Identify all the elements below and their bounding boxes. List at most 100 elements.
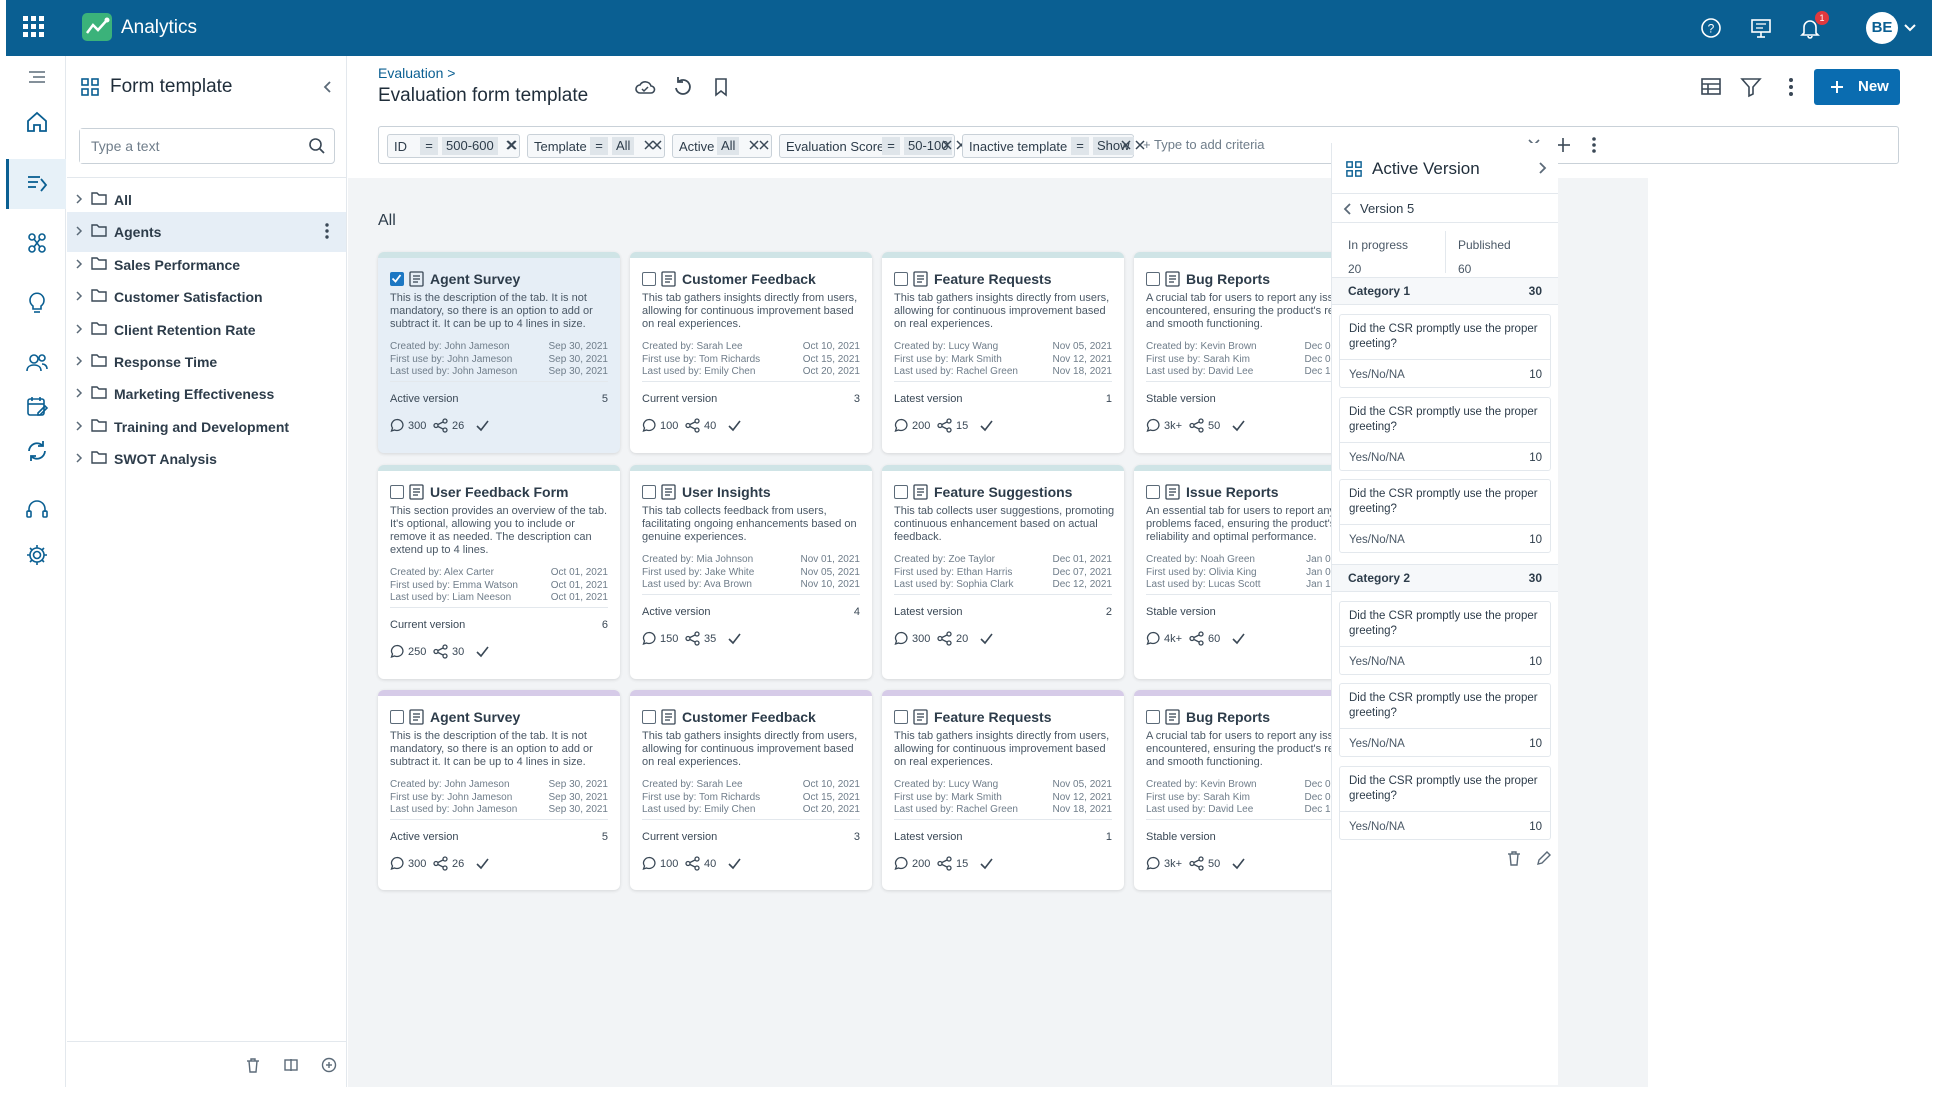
- users-icon[interactable]: [24, 350, 50, 376]
- card-title[interactable]: Customer Feedback: [682, 271, 816, 287]
- card-title[interactable]: Bug Reports: [1186, 271, 1270, 287]
- lightbulb-icon[interactable]: [24, 290, 50, 316]
- share-icon[interactable]: [937, 418, 952, 433]
- check-icon[interactable]: [727, 418, 742, 433]
- remove-value-icon[interactable]: [749, 140, 759, 150]
- card-checkbox[interactable]: [1146, 485, 1160, 499]
- form-card[interactable]: Feature Requests This tab gathers insight…: [882, 252, 1124, 453]
- comment-icon[interactable]: [390, 644, 405, 659]
- share-icon[interactable]: [1189, 418, 1204, 433]
- sidebar-item-swot-analysis[interactable]: SWOT Analysis: [67, 439, 346, 479]
- cloud-save-icon[interactable]: [634, 76, 656, 98]
- chevron-right-icon[interactable]: [74, 226, 84, 236]
- form-card[interactable]: Agent Survey This is the description of t…: [378, 690, 620, 890]
- check-icon[interactable]: [475, 644, 490, 659]
- chevron-right-icon[interactable]: [1536, 162, 1548, 174]
- comment-icon[interactable]: [642, 631, 657, 646]
- check-icon[interactable]: [1231, 856, 1246, 871]
- add-criteria-input[interactable]: + Type to add criteria: [1143, 137, 1265, 152]
- check-icon[interactable]: [979, 631, 994, 646]
- filter-chip-inactive-template[interactable]: Inactive template = Show: [962, 134, 1145, 158]
- card-checkbox[interactable]: [390, 272, 404, 286]
- split-view-icon[interactable]: [283, 1057, 299, 1073]
- comment-icon[interactable]: [1146, 856, 1161, 871]
- card-title[interactable]: Customer Feedback: [682, 709, 816, 725]
- add-circle-icon[interactable]: [321, 1057, 337, 1073]
- calendar-edit-icon[interactable]: [24, 394, 50, 420]
- check-icon[interactable]: [727, 856, 742, 871]
- card-title[interactable]: Agent Survey: [430, 709, 520, 725]
- chevron-right-icon[interactable]: [74, 356, 84, 366]
- undo-icon[interactable]: [672, 76, 694, 98]
- share-icon[interactable]: [1189, 631, 1204, 646]
- trash-icon[interactable]: [245, 1057, 261, 1073]
- filter-value[interactable]: All: [717, 137, 740, 155]
- filter-chip-template[interactable]: Template = All: [527, 134, 665, 158]
- card-checkbox[interactable]: [1146, 710, 1160, 724]
- form-card[interactable]: Feature Requests This tab gathers insight…: [882, 690, 1124, 890]
- check-icon[interactable]: [979, 856, 994, 871]
- share-icon[interactable]: [433, 418, 448, 433]
- tree-search-input[interactable]: [80, 129, 290, 163]
- filter-icon[interactable]: [1740, 76, 1762, 98]
- card-checkbox[interactable]: [894, 485, 908, 499]
- card-checkbox[interactable]: [642, 272, 656, 286]
- collapse-menu-icon[interactable]: [24, 64, 50, 90]
- check-icon[interactable]: [1231, 418, 1246, 433]
- comment-icon[interactable]: [390, 856, 405, 871]
- card-checkbox[interactable]: [1146, 272, 1160, 286]
- check-icon[interactable]: [475, 856, 490, 871]
- filter-operator[interactable]: =: [882, 137, 900, 155]
- card-checkbox[interactable]: [894, 710, 908, 724]
- share-icon[interactable]: [685, 418, 700, 433]
- network-icon[interactable]: [24, 230, 50, 256]
- card-title[interactable]: Feature Requests: [934, 271, 1051, 287]
- comment-icon[interactable]: [894, 631, 909, 646]
- card-title[interactable]: Feature Requests: [934, 709, 1051, 725]
- remove-filter-icon[interactable]: [759, 140, 769, 150]
- forms-icon[interactable]: [24, 171, 50, 197]
- card-checkbox[interactable]: [390, 485, 404, 499]
- form-card[interactable]: User Feedback Form This section provides …: [378, 465, 620, 679]
- card-checkbox[interactable]: [642, 710, 656, 724]
- form-card[interactable]: Feature Suggestions This tab collects use…: [882, 465, 1124, 679]
- chevron-left-icon[interactable]: [1342, 203, 1354, 215]
- question-card[interactable]: Did the CSR promptly use the proper gree…: [1339, 314, 1551, 388]
- new-button[interactable]: New: [1814, 69, 1900, 105]
- comment-icon[interactable]: [642, 856, 657, 871]
- chevron-right-icon[interactable]: [74, 421, 84, 431]
- check-icon[interactable]: [475, 418, 490, 433]
- chevron-right-icon[interactable]: [74, 324, 84, 334]
- question-card[interactable]: Did the CSR promptly use the proper gree…: [1339, 683, 1551, 757]
- chevron-right-icon[interactable]: [74, 291, 84, 301]
- card-title[interactable]: Issue Reports: [1186, 484, 1279, 500]
- question-card[interactable]: Did the CSR promptly use the proper gree…: [1339, 479, 1551, 553]
- card-checkbox[interactable]: [390, 710, 404, 724]
- check-icon[interactable]: [1231, 631, 1246, 646]
- user-avatar[interactable]: BE: [1866, 12, 1898, 44]
- comment-icon[interactable]: [894, 418, 909, 433]
- share-icon[interactable]: [685, 856, 700, 871]
- table-view-icon[interactable]: [1700, 76, 1722, 98]
- chevron-down-icon[interactable]: [1903, 21, 1917, 35]
- chevron-right-icon[interactable]: [74, 388, 84, 398]
- share-icon[interactable]: [433, 644, 448, 659]
- question-card[interactable]: Did the CSR promptly use the proper gree…: [1339, 765, 1551, 840]
- card-title[interactable]: User Insights: [682, 484, 771, 500]
- remove-filter-icon[interactable]: [942, 140, 952, 150]
- more-vertical-icon[interactable]: [319, 222, 335, 240]
- comment-icon[interactable]: [1146, 631, 1161, 646]
- edit-pencil-icon[interactable]: [1536, 850, 1552, 866]
- filter-value[interactable]: All: [612, 137, 635, 155]
- support-icon[interactable]: [24, 497, 50, 523]
- search-icon[interactable]: [308, 137, 326, 155]
- help-icon[interactable]: ?: [1699, 16, 1723, 40]
- category-header[interactable]: Category 1 30: [1332, 277, 1558, 305]
- share-icon[interactable]: [937, 856, 952, 871]
- card-checkbox[interactable]: [894, 272, 908, 286]
- check-icon[interactable]: [727, 631, 742, 646]
- card-checkbox[interactable]: [642, 485, 656, 499]
- collapse-sidebar-chevron-icon[interactable]: [321, 80, 335, 94]
- form-card[interactable]: Customer Feedback This tab gathers insigh…: [630, 252, 872, 453]
- check-icon[interactable]: [979, 418, 994, 433]
